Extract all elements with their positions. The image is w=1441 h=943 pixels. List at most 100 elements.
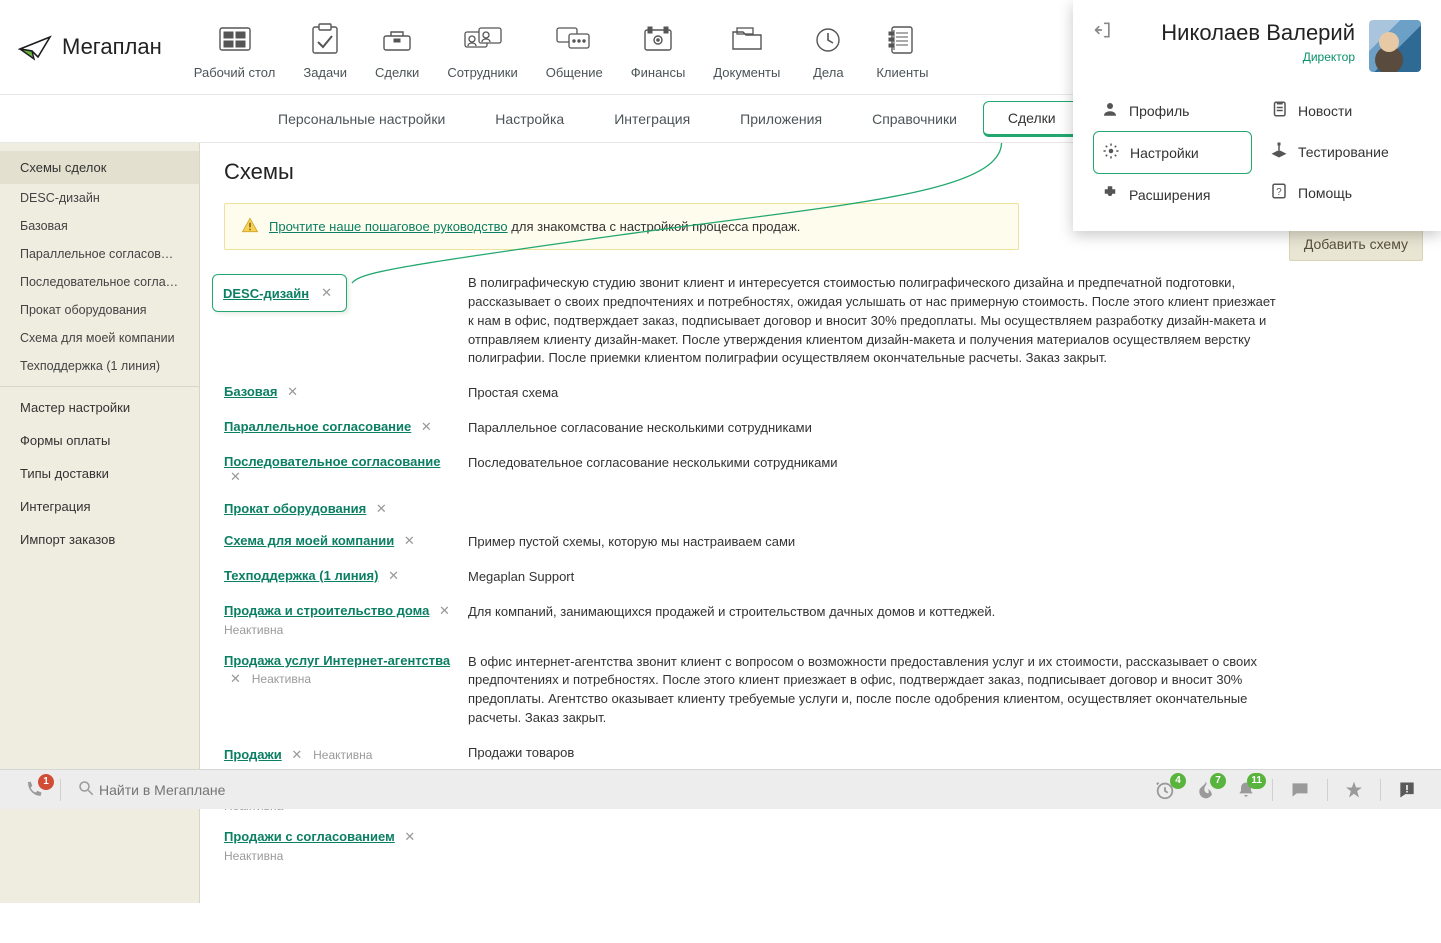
user-menu-col-right: НовостиТестирование?Помощь: [1262, 90, 1421, 215]
subnav-Сделки[interactable]: Сделки: [983, 101, 1081, 137]
nav-icon: [215, 19, 255, 59]
star-icon[interactable]: [1344, 780, 1364, 800]
chat-icon[interactable]: [1289, 780, 1311, 800]
nav-icon: [727, 19, 767, 59]
sidebar-item[interactable]: Импорт заказов: [0, 523, 199, 556]
bell-icon[interactable]: 11: [1236, 779, 1256, 801]
sidebar-head-schemas[interactable]: Схемы сделок: [0, 151, 199, 184]
nav-label: Сделки: [375, 65, 419, 80]
schema-link[interactable]: Схема для моей компании: [224, 533, 394, 548]
user-menu-Помощь[interactable]: ?Помощь: [1262, 172, 1421, 213]
delete-schema-icon[interactable]: ✕: [291, 747, 302, 762]
user-role: Директор: [1127, 50, 1355, 64]
menu-item-label: Расширения: [1129, 187, 1210, 203]
user-menu-Расширения[interactable]: Расширения: [1093, 174, 1252, 215]
warning-icon: [241, 216, 259, 237]
schema-row: Базовая ✕Простая схема: [224, 384, 1284, 403]
nav-Сделки[interactable]: Сделки: [361, 19, 433, 94]
nav-Общение[interactable]: Общение: [532, 19, 617, 94]
subnav-Настройка[interactable]: Настройка: [471, 103, 588, 135]
schema-link[interactable]: Параллельное согласование: [224, 419, 411, 434]
schema-desc: Последовательное согласование нескольким…: [468, 454, 1284, 473]
nav-icon: [808, 19, 848, 59]
sidebar-item[interactable]: Схема для моей компании: [0, 324, 199, 352]
schema-link[interactable]: Продажа и строительство дома: [224, 603, 429, 618]
nav-Сотрудники[interactable]: Сотрудники: [433, 19, 531, 94]
nav-label: Документы: [713, 65, 780, 80]
sidebar-item[interactable]: Прокат оборудования: [0, 296, 199, 324]
schema-link[interactable]: Техподдержка (1 линия): [224, 568, 378, 583]
subnav-Персональные настройки[interactable]: Персональные настройки: [254, 103, 469, 135]
schema-link[interactable]: DESC-дизайн: [223, 286, 309, 301]
call-icon[interactable]: 1: [24, 780, 44, 800]
delete-schema-icon[interactable]: ✕: [376, 501, 387, 516]
feedback-icon[interactable]: [1397, 780, 1417, 800]
schema-inactive: Неактивна: [224, 849, 283, 863]
reminder-badge: 4: [1170, 773, 1186, 789]
sidebar-item[interactable]: Базовая: [0, 212, 199, 240]
delete-schema-icon[interactable]: ✕: [404, 829, 415, 844]
schema-link[interactable]: Прокат оборудования: [224, 501, 366, 516]
svg-text:?: ?: [1276, 187, 1282, 198]
subnav-Приложения[interactable]: Приложения: [716, 103, 846, 135]
add-schema-button[interactable]: Добавить схему: [1289, 227, 1423, 261]
sidebar-item[interactable]: DESC-дизайн: [0, 184, 199, 212]
schema-link[interactable]: Продажи: [224, 747, 282, 762]
schema-row: Продажа услуг Интернет-агентства ✕ Неакт…: [224, 653, 1284, 728]
delete-schema-icon[interactable]: ✕: [421, 419, 432, 434]
nav-Финансы[interactable]: Финансы: [617, 19, 700, 94]
nav-label: Финансы: [631, 65, 686, 80]
nav-icon: [638, 19, 678, 59]
menu-item-icon: [1270, 141, 1288, 162]
nav-icon: [882, 19, 922, 59]
sidebar-item[interactable]: Последовательное согласов...: [0, 268, 199, 296]
menu-item-label: Профиль: [1129, 103, 1189, 119]
schema-row: Параллельное согласование ✕Параллельное …: [224, 419, 1284, 438]
nav-items: Рабочий стол Задачи Сделки СотрудникиОбщени…: [180, 0, 943, 94]
schema-row: Прокат оборудования ✕: [224, 501, 1284, 517]
nav-Дела[interactable]: Дела: [794, 19, 862, 94]
delete-schema-icon[interactable]: ✕: [439, 603, 450, 618]
user-menu-Новости[interactable]: Новости: [1262, 90, 1421, 131]
user-menu-Профиль[interactable]: Профиль: [1093, 90, 1252, 131]
logo[interactable]: Мегаплан: [18, 31, 162, 63]
schema-inactive: Неактивна: [252, 672, 311, 686]
schema-link[interactable]: Последовательное согласование: [224, 454, 440, 469]
logout-icon[interactable]: [1093, 20, 1113, 43]
logo-icon: [18, 31, 58, 63]
sidebar-item[interactable]: Параллельное согласование: [0, 240, 199, 268]
sidebar-item[interactable]: Типы доставки: [0, 457, 199, 490]
avatar[interactable]: [1369, 20, 1421, 72]
schema-link[interactable]: Продажи с согласованием: [224, 829, 395, 844]
delete-schema-icon[interactable]: ✕: [388, 568, 399, 583]
menu-item-label: Настройки: [1130, 145, 1199, 161]
user-menu-Настройки[interactable]: Настройки: [1093, 131, 1252, 174]
delete-schema-icon[interactable]: ✕: [321, 285, 332, 301]
nav-label: Рабочий стол: [194, 65, 276, 80]
subnav-Интеграция[interactable]: Интеграция: [590, 103, 714, 135]
subnav-Справочники[interactable]: Справочники: [848, 103, 981, 135]
menu-item-icon: ?: [1270, 182, 1288, 203]
delete-schema-icon[interactable]: ✕: [230, 469, 241, 484]
nav-Рабочий стол[interactable]: Рабочий стол: [180, 19, 290, 94]
sidebar-item[interactable]: Мастер настройки: [0, 391, 199, 424]
sidebar-item[interactable]: Интеграция: [0, 490, 199, 523]
schema-link[interactable]: Продажа услуг Интернет-агентства: [224, 653, 450, 668]
delete-schema-icon[interactable]: ✕: [287, 384, 298, 399]
search-input[interactable]: [95, 776, 1134, 804]
menu-item-icon: [1101, 100, 1119, 121]
hot-icon[interactable]: 7: [1196, 779, 1216, 801]
user-menu-Тестирование[interactable]: Тестирование: [1262, 131, 1421, 172]
menu-item-icon: [1101, 184, 1119, 205]
nav-Клиенты[interactable]: Клиенты: [862, 19, 942, 94]
sidebar-item[interactable]: Техподдержка (1 линия): [0, 352, 199, 380]
reminder-icon[interactable]: 4: [1154, 779, 1176, 801]
nav-Задачи[interactable]: Задачи: [289, 19, 361, 94]
delete-schema-icon[interactable]: ✕: [230, 671, 241, 686]
sidebar-item[interactable]: Формы оплаты: [0, 424, 199, 457]
notice-link[interactable]: Прочтите наше пошаговое руководство: [269, 219, 508, 234]
logo-text: Мегаплан: [62, 34, 162, 60]
nav-Документы[interactable]: Документы: [699, 19, 794, 94]
delete-schema-icon[interactable]: ✕: [404, 533, 415, 548]
schema-link[interactable]: Базовая: [224, 384, 277, 399]
